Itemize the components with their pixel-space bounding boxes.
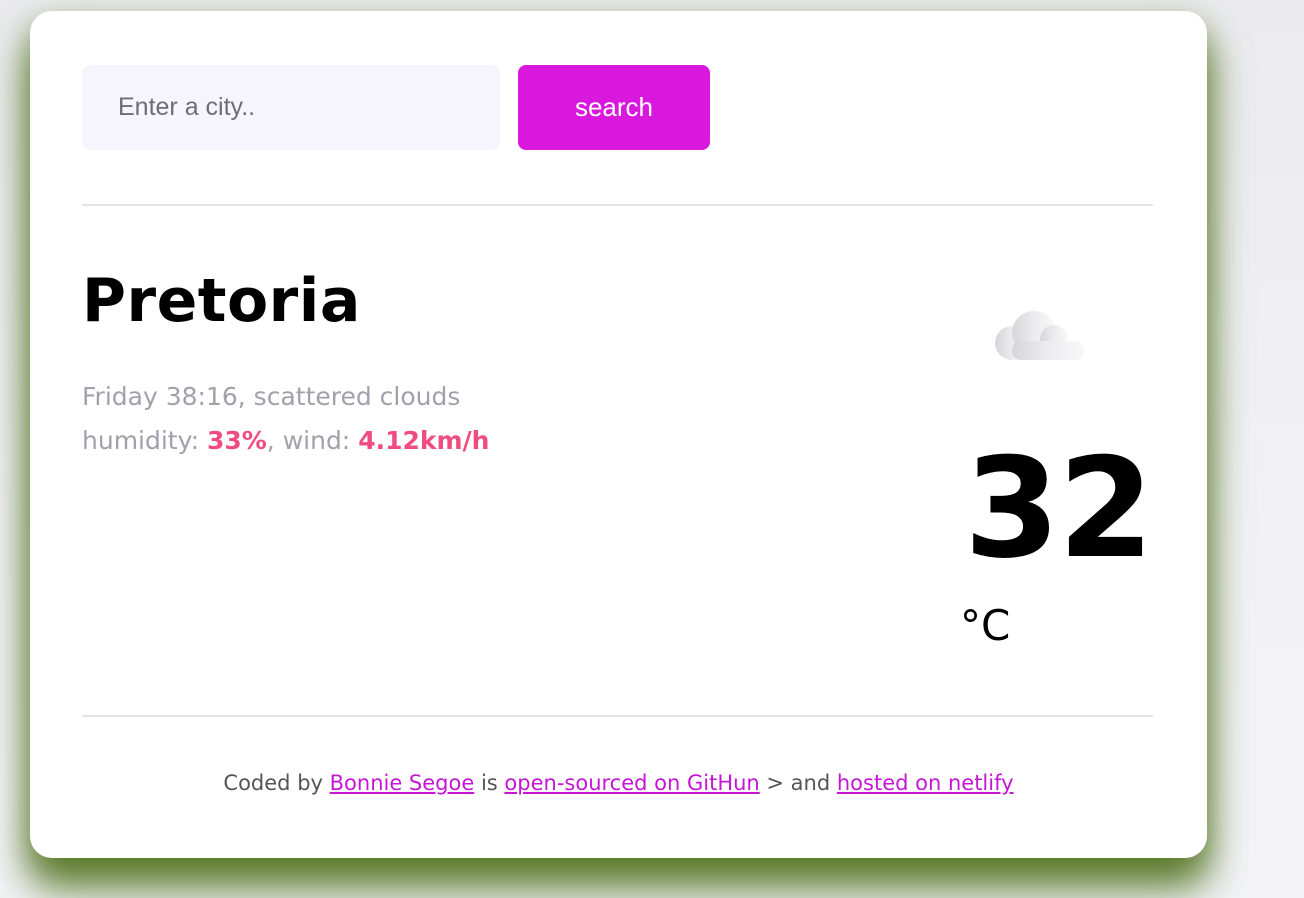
city-name: Pretoria (82, 266, 361, 336)
humidity-wind-line: humidity: 33%, wind: 4.12km/h (82, 419, 489, 463)
page: search Pretoria Friday 38:16, scattered … (0, 0, 1304, 898)
weather-description: scattered clouds (253, 382, 461, 411)
github-link[interactable]: open-sourced on GitHun (504, 771, 759, 795)
humidity-value: 33% (206, 426, 267, 455)
temperature-value: 32 (964, 428, 1154, 589)
separator-comma: , (237, 382, 254, 411)
footer-is-text: is (474, 771, 505, 795)
wind-label: wind: (282, 426, 359, 455)
date-description-line: Friday 38:16, scattered clouds (82, 375, 489, 419)
weather-details: Friday 38:16, scattered clouds humidity:… (82, 375, 489, 463)
separator-comma: , (266, 426, 283, 455)
wind-value: 4.12km/h (358, 426, 490, 455)
temperature-unit: °C (960, 601, 1011, 650)
cloud-icon (995, 311, 1084, 360)
netlify-link[interactable]: hosted on netlify (837, 771, 1014, 795)
author-link[interactable]: Bonnie Segoe (330, 771, 475, 795)
humidity-label: humidity: (82, 426, 207, 455)
weather-card: search Pretoria Friday 38:16, scattered … (30, 11, 1207, 858)
divider-top (82, 204, 1153, 206)
search-input[interactable] (82, 65, 500, 150)
divider-bottom (82, 715, 1153, 717)
datetime: Friday 38:16 (82, 382, 238, 411)
search-button[interactable]: search (518, 65, 710, 150)
footer-coded-by: Coded by (223, 771, 330, 795)
footer: Coded by Bonnie Segoe is open-sourced on… (30, 771, 1207, 795)
footer-and-text: > and (759, 771, 837, 795)
